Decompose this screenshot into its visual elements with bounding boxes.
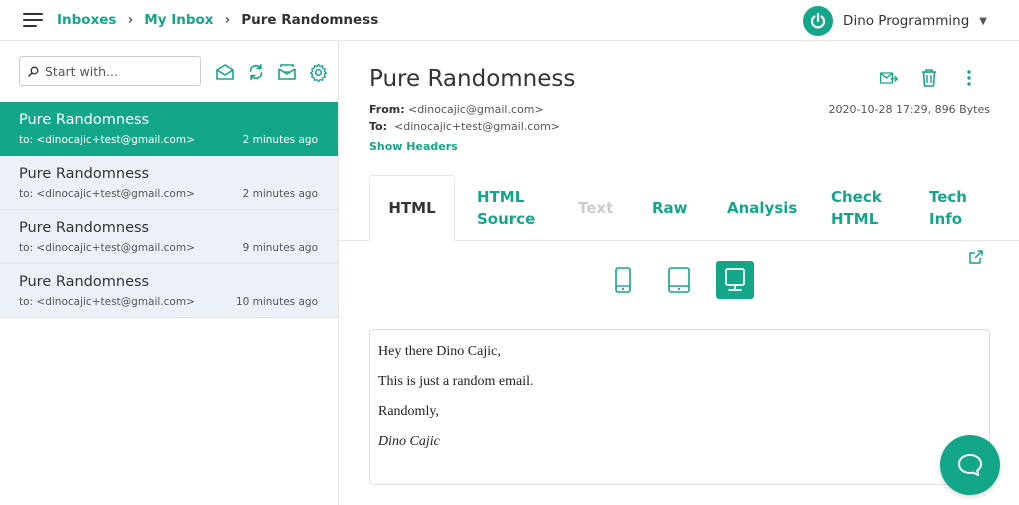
tab-check-html[interactable]: Check HTML — [831, 175, 882, 241]
show-headers-link[interactable]: Show Headers — [369, 140, 458, 153]
to-label: To: — [369, 120, 387, 133]
tablet-view-icon[interactable] — [660, 261, 698, 299]
message-time: 2 minutes ago — [242, 134, 318, 146]
chat-icon — [958, 454, 982, 476]
breadcrumb-current: Pure Randomness — [241, 12, 379, 28]
chat-support-button[interactable] — [940, 435, 1000, 495]
tab-label: Text — [578, 199, 614, 217]
message-time: 9 minutes ago — [242, 242, 318, 254]
breadcrumb-inboxes[interactable]: Inboxes — [57, 12, 116, 28]
account-name: Dino Programming — [843, 13, 970, 29]
tab-html[interactable]: HTML — [369, 175, 455, 241]
message-list: Pure Randomness to: <dinocajic+test@gmai… — [0, 102, 338, 318]
message-time: 2 minutes ago — [242, 188, 318, 200]
sidebar: Pure Randomness to: <dinocajic+test@gmai… — [0, 41, 339, 505]
tab-label: Tech — [929, 188, 967, 206]
search-icon — [28, 66, 39, 77]
tab-label: Source — [477, 210, 536, 228]
tab-label: HTML — [388, 199, 436, 217]
list-item[interactable]: Pure Randomness to: <dinocajic+test@gmai… — [0, 156, 338, 210]
search-input[interactable] — [45, 63, 195, 79]
hamburger-menu-icon[interactable] — [23, 13, 43, 27]
from-row: From: <dinocajic@gmail.com> — [369, 103, 544, 116]
tab-label: Info — [929, 210, 963, 228]
preview-signature: Dino Cajic — [378, 434, 440, 449]
account-menu[interactable]: Dino Programming ▼ — [803, 6, 987, 36]
date-size: 2020-10-28 17:29, 896 Bytes — [828, 103, 990, 116]
chevron-right-icon: › — [127, 12, 134, 28]
tab-label: Check — [831, 188, 882, 206]
settings-icon[interactable] — [308, 62, 328, 82]
preview-line: Hey there Dino Cajic, — [378, 344, 501, 359]
power-icon — [803, 6, 834, 36]
message-recipient: to: <dinocajic+test@gmail.com> — [19, 188, 195, 200]
to-row: To: <dinocajic+test@gmail.com> — [369, 120, 560, 133]
tab-label: HTML — [831, 210, 879, 228]
view-tabs: HTML HTML Source Text Raw Analysis Check… — [339, 175, 1019, 241]
tab-analysis[interactable]: Analysis — [727, 175, 797, 241]
top-bar: Inboxes › My Inbox › Pure Randomness Din… — [0, 0, 1019, 41]
tab-html-source[interactable]: HTML Source — [477, 175, 535, 241]
forward-icon[interactable] — [277, 62, 297, 82]
trash-icon[interactable] — [919, 68, 939, 88]
to-value: <dinocajic+test@gmail.com> — [394, 120, 561, 133]
email-subject: Pure Randomness — [369, 66, 576, 92]
message-recipient: to: <dinocajic+test@gmail.com> — [19, 242, 195, 254]
desktop-view-icon[interactable] — [716, 261, 754, 299]
tab-tech-info[interactable]: Tech Info — [929, 175, 967, 241]
message-view: Pure Randomness From: <dinocajic@gmail.c… — [339, 41, 1019, 505]
message-recipient: to: <dinocajic+test@gmail.com> — [19, 134, 195, 146]
message-subject: Pure Randomness — [19, 112, 150, 128]
tab-label: Analysis — [727, 199, 798, 217]
tab-label: HTML — [477, 188, 525, 206]
chevron-down-icon: ▼ — [979, 15, 987, 27]
message-subject: Pure Randomness — [19, 166, 150, 182]
tab-raw[interactable]: Raw — [652, 175, 688, 241]
from-value: <dinocajic@gmail.com> — [408, 103, 544, 116]
message-subject: Pure Randomness — [19, 274, 150, 290]
tab-text: Text — [578, 175, 613, 241]
forward-icon[interactable] — [879, 68, 899, 88]
preview-line: Randomly, — [378, 404, 439, 419]
list-item[interactable]: Pure Randomness to: <dinocajic+test@gmai… — [0, 264, 338, 318]
email-preview: Hey there Dino Cajic, This is just a ran… — [369, 329, 990, 485]
mobile-view-icon[interactable] — [604, 261, 642, 299]
compose-icon[interactable] — [215, 62, 235, 82]
list-item[interactable]: Pure Randomness to: <dinocajic+test@gmai… — [0, 210, 338, 264]
breadcrumb: Inboxes › My Inbox › Pure Randomness — [57, 12, 378, 28]
breadcrumb-my-inbox[interactable]: My Inbox — [144, 12, 213, 28]
from-label: From: — [369, 103, 405, 116]
message-time: 10 minutes ago — [235, 296, 318, 308]
more-vertical-icon[interactable] — [959, 68, 979, 88]
search-box — [19, 56, 201, 86]
chevron-right-icon: › — [224, 12, 231, 28]
refresh-icon[interactable] — [246, 62, 266, 82]
message-subject: Pure Randomness — [19, 220, 150, 236]
message-recipient: to: <dinocajic+test@gmail.com> — [19, 296, 195, 308]
list-item[interactable]: Pure Randomness to: <dinocajic+test@gmai… — [0, 102, 338, 156]
preview-line: This is just a random email. — [378, 374, 534, 389]
device-switcher — [339, 261, 1019, 299]
tab-label: Raw — [652, 199, 688, 217]
